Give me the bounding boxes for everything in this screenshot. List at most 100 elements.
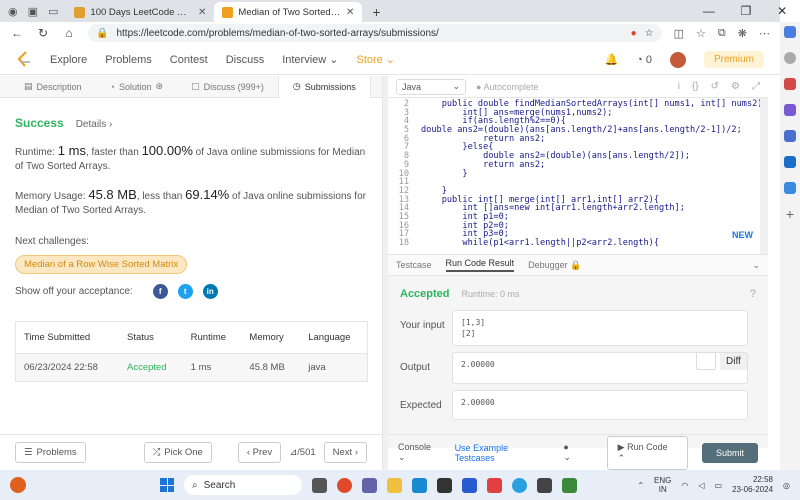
submit-button[interactable]: Submit xyxy=(701,442,758,463)
minimize-button[interactable]: — xyxy=(703,4,715,18)
edge-icon[interactable] xyxy=(412,477,427,493)
share-label: Show off your acceptance: xyxy=(15,286,133,297)
close-tab-icon[interactable]: ✕ xyxy=(198,7,206,18)
teams-icon[interactable] xyxy=(362,477,377,493)
autocomplete-toggle[interactable]: ● Autocomplete xyxy=(476,82,539,92)
start-button[interactable] xyxy=(160,478,174,492)
header-language: Language xyxy=(300,321,368,354)
menu-dots-icon[interactable]: ⋯ xyxy=(759,27,770,40)
tab-debugger[interactable]: Debugger 🔒 xyxy=(528,260,581,271)
volume-icon[interactable]: ◁ xyxy=(698,481,704,490)
details-link[interactable]: Details › xyxy=(76,119,113,130)
taskbar-search[interactable]: ⌕ Search xyxy=(184,475,302,495)
run-code-button[interactable]: ▶ Run Code ⌃ xyxy=(606,435,688,470)
help-icon[interactable]: ? xyxy=(750,288,756,300)
twitter-icon[interactable]: t xyxy=(177,284,193,299)
app-icon[interactable] xyxy=(462,477,477,493)
close-tab-icon[interactable]: ✕ xyxy=(346,7,354,18)
next-challenge-chip[interactable]: Median of a Row Wise Sorted Matrix xyxy=(15,255,188,274)
app-icon[interactable] xyxy=(562,477,577,493)
console-button[interactable]: Console ⌄ xyxy=(398,442,441,463)
premium-button[interactable]: Premium xyxy=(703,51,764,68)
refresh-icon[interactable]: ↻ xyxy=(36,26,50,40)
nav-problems[interactable]: Problems xyxy=(105,54,151,66)
search-sidebar-icon[interactable] xyxy=(784,52,796,64)
task-view-icon[interactable] xyxy=(312,477,327,493)
games-icon[interactable] xyxy=(784,130,796,142)
reset-icon[interactable]: ↺ xyxy=(711,81,719,92)
profile-icon[interactable]: ◉ xyxy=(8,5,18,18)
fullscreen-icon[interactable]: ⤢ xyxy=(752,81,760,92)
tab-solution[interactable]: ◔ Solution ⊛ xyxy=(96,76,178,98)
extension-icon[interactable]: ● xyxy=(631,28,637,39)
browser-tab-2[interactable]: Median of Two Sorted Arrays - L ✕ xyxy=(214,2,363,22)
fold-marker xyxy=(413,161,421,170)
language-indicator[interactable]: ENG IN xyxy=(654,476,671,494)
new-tab-button[interactable]: + xyxy=(362,2,390,22)
tab-description[interactable]: ▤ Description xyxy=(10,76,96,98)
copilot-sidebar-icon[interactable] xyxy=(784,26,796,38)
prev-button[interactable]: ‹ Prev xyxy=(237,442,282,463)
back-icon[interactable]: ← xyxy=(10,26,24,40)
notifications-icon[interactable]: ◎ xyxy=(783,481,790,490)
linkedin-icon[interactable]: in xyxy=(202,284,218,299)
split-screen-icon[interactable]: ◫ xyxy=(674,27,684,40)
settings-icon[interactable]: ⚙ xyxy=(731,81,740,92)
app-icon[interactable] xyxy=(487,477,502,493)
tab-submissions[interactable]: ◷ Submissions xyxy=(277,75,371,98)
info-icon[interactable]: i xyxy=(678,81,680,92)
home-icon[interactable]: ⌂ xyxy=(62,26,76,40)
help-circle-icon[interactable]: ● ⌄ xyxy=(563,442,578,463)
new-badge[interactable]: NEW xyxy=(732,230,753,240)
app-icon[interactable] xyxy=(537,477,552,493)
pick-one-button[interactable]: ⤮ Pick One xyxy=(143,442,212,463)
url-field[interactable]: 🔒 https://leetcode.com/problems/median-o… xyxy=(88,24,662,42)
tab-run-code-result[interactable]: Run Code Result xyxy=(445,258,515,272)
collections-icon[interactable]: ⧉ xyxy=(718,27,726,40)
outlook-icon[interactable] xyxy=(784,156,796,168)
maximize-button[interactable]: ❐ xyxy=(741,4,752,18)
cell-status[interactable]: Accepted xyxy=(119,353,183,382)
chrome-icon[interactable] xyxy=(337,477,352,493)
braces-icon[interactable]: {} xyxy=(692,81,699,92)
tray-chevron-icon[interactable]: ⌃ xyxy=(637,481,644,490)
nav-contest[interactable]: Contest xyxy=(170,54,208,66)
use-example-testcases-link[interactable]: Use Example Testcases xyxy=(455,443,550,463)
leetcode-logo-icon[interactable] xyxy=(16,50,32,69)
shopping-icon[interactable] xyxy=(784,78,796,90)
battery-icon[interactable]: ▭ xyxy=(715,481,723,490)
nav-interview[interactable]: Interview ⌄ xyxy=(282,53,338,66)
clock[interactable]: 22:58 23-06-2024 xyxy=(732,475,773,495)
workspaces-icon[interactable]: ▣ xyxy=(28,5,38,18)
nav-discuss[interactable]: Discuss xyxy=(226,54,265,66)
nav-explore[interactable]: Explore xyxy=(50,54,87,66)
facebook-icon[interactable]: f xyxy=(152,284,168,299)
store-icon[interactable] xyxy=(437,477,452,493)
copilot-icon[interactable]: ❋ xyxy=(738,27,747,40)
avatar[interactable] xyxy=(669,51,686,68)
tab-actions-icon[interactable]: ▭ xyxy=(48,5,58,18)
language-select[interactable]: Java ⌄ xyxy=(396,78,466,95)
diff-toggle[interactable] xyxy=(696,352,716,370)
problem-page-counter[interactable]: ⊿/501 xyxy=(289,447,315,458)
telegram-icon[interactable] xyxy=(784,182,796,194)
favorite-star-icon[interactable]: ☆ xyxy=(645,28,654,39)
favorites-icon[interactable]: ☆ xyxy=(696,27,706,40)
bell-icon[interactable]: 🔔 xyxy=(604,53,618,66)
telegram-taskbar-icon[interactable] xyxy=(512,477,527,493)
wifi-icon[interactable]: ◠ xyxy=(681,481,688,490)
tab-discuss[interactable]: ▢ Discuss (999+) xyxy=(177,76,278,98)
nav-store[interactable]: Store ⌄ xyxy=(357,53,396,66)
weather-icon[interactable] xyxy=(10,477,26,493)
next-button[interactable]: Next › xyxy=(323,442,367,463)
problems-list-button[interactable]: ☰ Problems xyxy=(15,442,86,463)
add-sidebar-icon[interactable]: + xyxy=(784,207,796,221)
tools-icon[interactable] xyxy=(784,104,796,116)
close-window-button[interactable]: ✕ xyxy=(777,4,787,18)
collapse-icon[interactable]: ⌄ xyxy=(752,260,760,271)
tab-testcase[interactable]: Testcase xyxy=(396,260,432,270)
code-editor[interactable]: 2 public double findMedianSortedArrays(i… xyxy=(388,98,768,254)
streak-counter[interactable]: ◔ 0 xyxy=(636,54,652,66)
file-explorer-icon[interactable] xyxy=(387,477,402,493)
browser-tab-1[interactable]: 100 Days LeetCode Challenge - ✕ xyxy=(66,2,214,22)
